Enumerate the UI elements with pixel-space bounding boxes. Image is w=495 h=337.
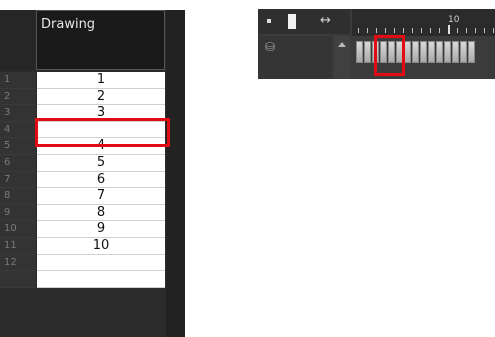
scroll-up-icon	[338, 42, 346, 47]
xsheet-row: 6 5	[0, 154, 166, 172]
frame-marker	[448, 25, 450, 34]
xsheet-row: 8 7	[0, 188, 166, 205]
exposure-cell[interactable]: 2	[37, 88, 165, 106]
timeline-frame[interactable]	[428, 41, 435, 63]
timeline-panel: ↔ ⛁ 10	[258, 9, 495, 79]
exposure-cell[interactable]: 7	[37, 188, 165, 205]
timeline-frame[interactable]	[460, 41, 467, 63]
exposure-cell[interactable]: 1	[37, 72, 165, 89]
exposure-cell[interactable]: 9	[37, 221, 165, 238]
exposure-cell[interactable]: 6	[37, 171, 165, 189]
row-number: 5	[0, 138, 36, 155]
xsheet-row: 10 9	[0, 221, 166, 238]
row-number: 7	[0, 171, 36, 189]
row-number: 11	[0, 237, 36, 255]
exposure-cell[interactable]	[37, 254, 165, 272]
column-header-drawing[interactable]: Drawing	[36, 10, 165, 70]
timeline-frame[interactable]	[356, 41, 363, 63]
timeline-frame[interactable]	[364, 41, 371, 63]
xsheet-row	[0, 271, 166, 288]
timeline-layer[interactable]: ⛁	[258, 36, 332, 79]
frame-ruler[interactable]: 10	[352, 9, 495, 36]
timeline-frame[interactable]	[436, 41, 443, 63]
xsheet-row: 1 1	[0, 72, 166, 89]
timeline-highlight-box	[374, 35, 405, 76]
timeline-frame[interactable]	[420, 41, 427, 63]
row-number	[0, 271, 36, 288]
timeline-frame[interactable]	[412, 41, 419, 63]
ruler-ticks	[358, 28, 495, 33]
xsheet-row: 7 6	[0, 171, 166, 189]
keyframe-icon[interactable]: ↔	[320, 13, 331, 29]
timeline-frame[interactable]	[452, 41, 459, 63]
exposure-cell[interactable]	[37, 271, 165, 288]
timeline-toolbar: ↔	[258, 9, 350, 34]
row-number: 6	[0, 154, 36, 172]
row-number: 4	[0, 121, 36, 139]
column-name: Drawing	[41, 17, 96, 32]
xsheet-corner	[0, 10, 36, 70]
xsheet-empty-column	[166, 10, 185, 337]
timeline-frame[interactable]	[468, 41, 475, 63]
frame-label: 10	[448, 15, 460, 25]
row-number: 9	[0, 204, 36, 222]
xsheet-row: 12	[0, 254, 166, 272]
row-number: 12	[0, 254, 36, 272]
xsheet-row: 9 8	[0, 204, 166, 222]
layer-icon: ⛁	[265, 40, 276, 54]
scroll-up-button[interactable]	[334, 36, 350, 79]
xsheet-rows: 1 1 2 2 3 3 4 5 4 6 5 7 6 8 7 9 8 10 9 1…	[0, 72, 166, 288]
exposure-cell[interactable]: 10	[37, 237, 165, 255]
exposure-cell[interactable]: 8	[37, 204, 165, 222]
dot-icon[interactable]	[267, 19, 271, 23]
xsheet-row: 2 2	[0, 88, 166, 106]
row-number: 2	[0, 88, 36, 106]
timeline-frame[interactable]	[404, 41, 411, 63]
row-number: 10	[0, 221, 36, 238]
square-icon[interactable]	[288, 14, 296, 29]
xsheet-panel: Drawing 1 1 2 2 3 3 4 5 4 6 5 7 6 8 7 9 …	[0, 10, 185, 337]
row-number: 8	[0, 188, 36, 205]
row-number: 1	[0, 72, 36, 89]
xsheet-row: 11 10	[0, 237, 166, 255]
xsheet-highlight-box	[35, 118, 170, 147]
timeline-frame[interactable]	[444, 41, 451, 63]
exposure-cell[interactable]: 5	[37, 154, 165, 172]
row-number: 3	[0, 105, 36, 122]
